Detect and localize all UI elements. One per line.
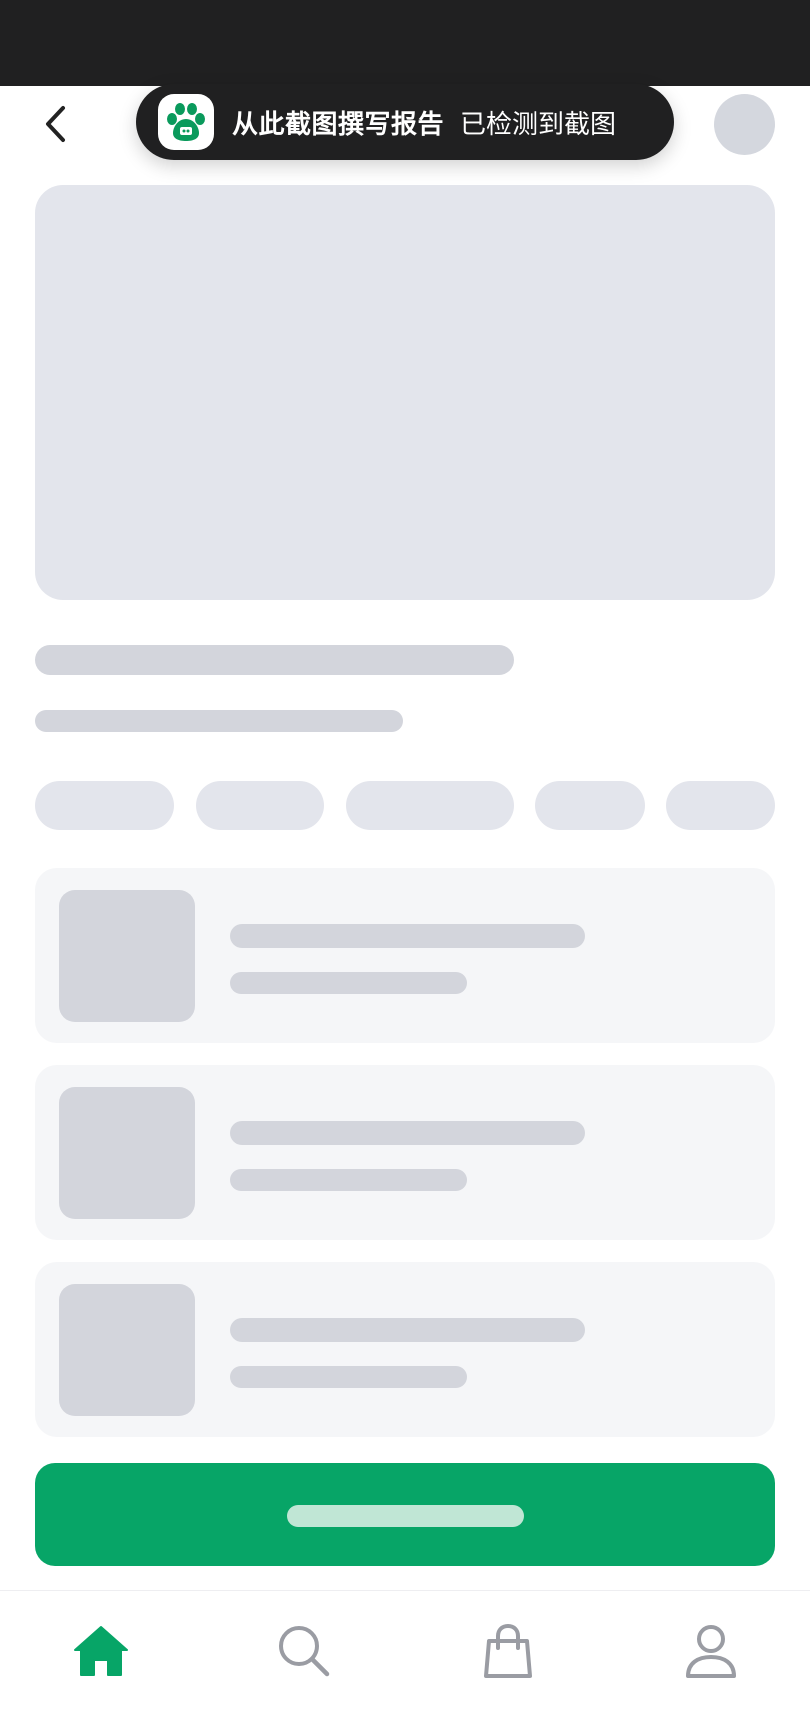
item-subtitle-skeleton [230, 1169, 467, 1191]
avatar[interactable] [714, 94, 775, 155]
title-skeleton [35, 645, 514, 675]
tab-home[interactable] [69, 1619, 133, 1683]
status-bar [0, 0, 810, 86]
primary-action-button[interactable] [35, 1463, 775, 1566]
chevron-left-icon [46, 106, 65, 142]
tab-search[interactable] [272, 1619, 336, 1683]
list-item[interactable] [35, 1065, 775, 1240]
filter-chip[interactable] [535, 781, 645, 830]
list-item[interactable] [35, 1262, 775, 1437]
filter-chip[interactable] [346, 781, 514, 830]
bottom-tab-bar [0, 1590, 810, 1710]
toast-title: 从此截图撰写报告 [232, 109, 445, 140]
thumbnail-placeholder [59, 890, 195, 1022]
toast-subtitle: 已检测到截图 [460, 109, 617, 140]
item-title-skeleton [230, 1121, 585, 1145]
filter-chip[interactable] [666, 781, 775, 830]
thumbnail-placeholder [59, 1087, 195, 1219]
tab-profile[interactable] [679, 1619, 743, 1683]
item-title-skeleton [230, 924, 585, 948]
home-icon [74, 1626, 128, 1676]
paw-icon [167, 103, 205, 141]
tab-bag[interactable] [476, 1619, 540, 1683]
item-subtitle-skeleton [230, 1366, 467, 1388]
user-icon [686, 1625, 736, 1678]
thumbnail-placeholder [59, 1284, 195, 1416]
back-button[interactable] [38, 100, 74, 148]
filter-chip[interactable] [196, 781, 324, 830]
screenshot-report-toast[interactable]: 从此截图撰写报告 已检测到截图 [136, 84, 674, 160]
search-icon [279, 1626, 330, 1677]
filter-chip[interactable] [35, 781, 174, 830]
hero-image-placeholder [35, 185, 775, 600]
subtitle-skeleton [35, 710, 403, 732]
list-item[interactable] [35, 868, 775, 1043]
button-label-skeleton [287, 1505, 524, 1527]
item-title-skeleton [230, 1318, 585, 1342]
shopping-bag-icon [484, 1623, 532, 1678]
item-subtitle-skeleton [230, 972, 467, 994]
app-icon [158, 94, 214, 150]
